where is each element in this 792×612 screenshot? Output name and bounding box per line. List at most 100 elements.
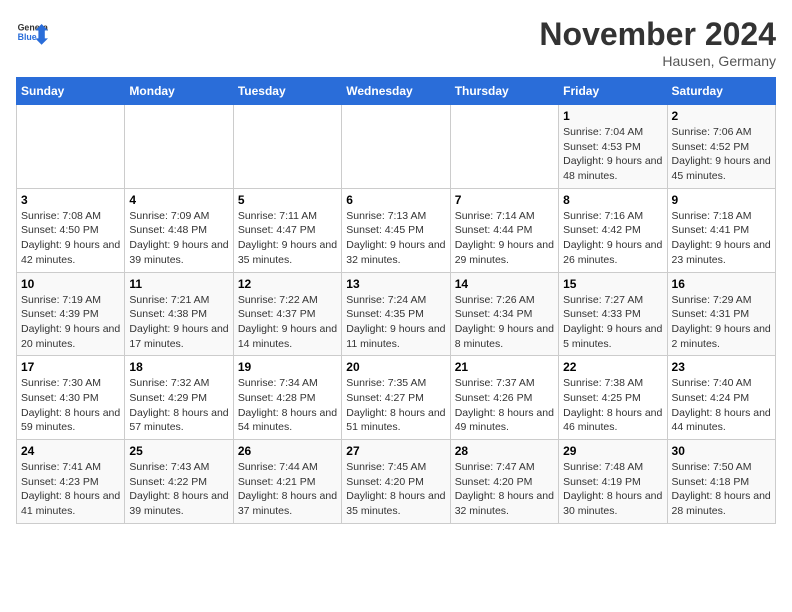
calendar-header-row: SundayMondayTuesdayWednesdayThursdayFrid… xyxy=(17,78,776,105)
day-number: 12 xyxy=(238,277,337,291)
weekday-header: Wednesday xyxy=(342,78,450,105)
day-info: Sunrise: 7:09 AM Sunset: 4:48 PM Dayligh… xyxy=(129,209,228,268)
calendar-cell: 11 Sunrise: 7:21 AM Sunset: 4:38 PM Dayli… xyxy=(125,272,233,356)
calendar-cell: 1 Sunrise: 7:04 AM Sunset: 4:53 PM Daylig… xyxy=(559,105,667,189)
day-info: Sunrise: 7:29 AM Sunset: 4:31 PM Dayligh… xyxy=(672,293,771,352)
weekday-header: Saturday xyxy=(667,78,775,105)
calendar-cell: 21Sunrise: 7:37 AM Sunset: 4:26 PM Dayli… xyxy=(450,356,558,440)
day-number: 22 xyxy=(563,360,662,374)
calendar-cell: 7 Sunrise: 7:14 AM Sunset: 4:44 PM Daylig… xyxy=(450,188,558,272)
weekday-header: Tuesday xyxy=(233,78,341,105)
calendar-week-row: 10 Sunrise: 7:19 AM Sunset: 4:39 PM Dayli… xyxy=(17,272,776,356)
calendar-cell: 6 Sunrise: 7:13 AM Sunset: 4:45 PM Daylig… xyxy=(342,188,450,272)
day-number: 8 xyxy=(563,193,662,207)
calendar-cell: 8 Sunrise: 7:16 AM Sunset: 4:42 PM Daylig… xyxy=(559,188,667,272)
calendar-cell: 30 Sunrise: 7:50 AM Sunset: 4:18 PM Dayli… xyxy=(667,440,775,524)
calendar-week-row: 1 Sunrise: 7:04 AM Sunset: 4:53 PM Daylig… xyxy=(17,105,776,189)
day-info: Sunrise: 7:41 AM Sunset: 4:23 PM Dayligh… xyxy=(21,460,120,519)
day-number: 10 xyxy=(21,277,120,291)
day-number: 29 xyxy=(563,444,662,458)
day-number: 11 xyxy=(129,277,228,291)
day-info: Sunrise: 7:44 AM Sunset: 4:21 PM Dayligh… xyxy=(238,460,337,519)
day-number: 30 xyxy=(672,444,771,458)
calendar-cell: 12 Sunrise: 7:22 AM Sunset: 4:37 PM Dayli… xyxy=(233,272,341,356)
calendar-cell: 29 Sunrise: 7:48 AM Sunset: 4:19 PM Dayli… xyxy=(559,440,667,524)
day-info: Sunrise: 7:32 AM Sunset: 4:29 PM Dayligh… xyxy=(129,376,228,435)
day-number: 27 xyxy=(346,444,445,458)
day-info: Sunrise: 7:14 AM Sunset: 4:44 PM Dayligh… xyxy=(455,209,554,268)
day-info: Sunrise: 7:24 AM Sunset: 4:35 PM Dayligh… xyxy=(346,293,445,352)
location: Hausen, Germany xyxy=(539,53,776,69)
day-number: 1 xyxy=(563,109,662,123)
day-number: 21 xyxy=(455,360,554,374)
day-info: Sunrise: 7:21 AM Sunset: 4:38 PM Dayligh… xyxy=(129,293,228,352)
day-info: Sunrise: 7:04 AM Sunset: 4:53 PM Dayligh… xyxy=(563,125,662,184)
day-number: 13 xyxy=(346,277,445,291)
day-info: Sunrise: 7:27 AM Sunset: 4:33 PM Dayligh… xyxy=(563,293,662,352)
title-block: November 2024 Hausen, Germany xyxy=(539,16,776,69)
day-info: Sunrise: 7:48 AM Sunset: 4:19 PM Dayligh… xyxy=(563,460,662,519)
calendar-cell: 17 Sunrise: 7:30 AM Sunset: 4:30 PM Dayli… xyxy=(17,356,125,440)
day-number: 6 xyxy=(346,193,445,207)
calendar-cell: 18 Sunrise: 7:32 AM Sunset: 4:29 PM Dayli… xyxy=(125,356,233,440)
calendar-cell: 14Sunrise: 7:26 AM Sunset: 4:34 PM Dayli… xyxy=(450,272,558,356)
day-info: Sunrise: 7:30 AM Sunset: 4:30 PM Dayligh… xyxy=(21,376,120,435)
calendar-table: SundayMondayTuesdayWednesdayThursdayFrid… xyxy=(16,77,776,524)
calendar-cell: 25 Sunrise: 7:43 AM Sunset: 4:22 PM Dayli… xyxy=(125,440,233,524)
logo-icon: General Blue xyxy=(16,16,48,48)
day-number: 7 xyxy=(455,193,554,207)
day-info: Sunrise: 7:40 AM Sunset: 4:24 PM Dayligh… xyxy=(672,376,771,435)
calendar-cell: 24Sunrise: 7:41 AM Sunset: 4:23 PM Dayli… xyxy=(17,440,125,524)
calendar-cell: 3 Sunrise: 7:08 AM Sunset: 4:50 PM Daylig… xyxy=(17,188,125,272)
calendar-cell xyxy=(450,105,558,189)
day-number: 2 xyxy=(672,109,771,123)
calendar-cell: 15 Sunrise: 7:27 AM Sunset: 4:33 PM Dayli… xyxy=(559,272,667,356)
day-number: 3 xyxy=(21,193,120,207)
calendar-cell xyxy=(342,105,450,189)
day-number: 14 xyxy=(455,277,554,291)
logo: General Blue xyxy=(16,16,48,48)
calendar-cell: 9Sunrise: 7:18 AM Sunset: 4:41 PM Daylig… xyxy=(667,188,775,272)
calendar-cell: 20 Sunrise: 7:35 AM Sunset: 4:27 PM Dayli… xyxy=(342,356,450,440)
day-info: Sunrise: 7:19 AM Sunset: 4:39 PM Dayligh… xyxy=(21,293,120,352)
day-info: Sunrise: 7:43 AM Sunset: 4:22 PM Dayligh… xyxy=(129,460,228,519)
weekday-header: Friday xyxy=(559,78,667,105)
day-info: Sunrise: 7:45 AM Sunset: 4:20 PM Dayligh… xyxy=(346,460,445,519)
calendar-cell: 27 Sunrise: 7:45 AM Sunset: 4:20 PM Dayli… xyxy=(342,440,450,524)
calendar-cell: 2Sunrise: 7:06 AM Sunset: 4:52 PM Daylig… xyxy=(667,105,775,189)
calendar-cell: 4Sunrise: 7:09 AM Sunset: 4:48 PM Daylig… xyxy=(125,188,233,272)
day-info: Sunrise: 7:13 AM Sunset: 4:45 PM Dayligh… xyxy=(346,209,445,268)
day-info: Sunrise: 7:34 AM Sunset: 4:28 PM Dayligh… xyxy=(238,376,337,435)
day-info: Sunrise: 7:08 AM Sunset: 4:50 PM Dayligh… xyxy=(21,209,120,268)
day-number: 23 xyxy=(672,360,771,374)
calendar-cell: 22Sunrise: 7:38 AM Sunset: 4:25 PM Dayli… xyxy=(559,356,667,440)
calendar-cell: 5Sunrise: 7:11 AM Sunset: 4:47 PM Daylig… xyxy=(233,188,341,272)
page-header: General Blue November 2024 Hausen, Germa… xyxy=(16,16,776,69)
day-info: Sunrise: 7:16 AM Sunset: 4:42 PM Dayligh… xyxy=(563,209,662,268)
weekday-header: Monday xyxy=(125,78,233,105)
calendar-cell: 23 Sunrise: 7:40 AM Sunset: 4:24 PM Dayli… xyxy=(667,356,775,440)
day-number: 17 xyxy=(21,360,120,374)
day-number: 18 xyxy=(129,360,228,374)
day-info: Sunrise: 7:22 AM Sunset: 4:37 PM Dayligh… xyxy=(238,293,337,352)
day-info: Sunrise: 7:50 AM Sunset: 4:18 PM Dayligh… xyxy=(672,460,771,519)
calendar-cell xyxy=(125,105,233,189)
calendar-week-row: 3 Sunrise: 7:08 AM Sunset: 4:50 PM Daylig… xyxy=(17,188,776,272)
day-info: Sunrise: 7:11 AM Sunset: 4:47 PM Dayligh… xyxy=(238,209,337,268)
calendar-week-row: 17 Sunrise: 7:30 AM Sunset: 4:30 PM Dayli… xyxy=(17,356,776,440)
day-number: 15 xyxy=(563,277,662,291)
day-info: Sunrise: 7:35 AM Sunset: 4:27 PM Dayligh… xyxy=(346,376,445,435)
calendar-cell: 16 Sunrise: 7:29 AM Sunset: 4:31 PM Dayli… xyxy=(667,272,775,356)
day-number: 20 xyxy=(346,360,445,374)
day-number: 19 xyxy=(238,360,337,374)
day-number: 25 xyxy=(129,444,228,458)
calendar-week-row: 24Sunrise: 7:41 AM Sunset: 4:23 PM Dayli… xyxy=(17,440,776,524)
calendar-cell xyxy=(17,105,125,189)
calendar-cell xyxy=(233,105,341,189)
calendar-cell: 19 Sunrise: 7:34 AM Sunset: 4:28 PM Dayli… xyxy=(233,356,341,440)
svg-text:Blue: Blue xyxy=(18,32,37,42)
day-number: 26 xyxy=(238,444,337,458)
day-number: 16 xyxy=(672,277,771,291)
calendar-cell: 10 Sunrise: 7:19 AM Sunset: 4:39 PM Dayli… xyxy=(17,272,125,356)
day-number: 28 xyxy=(455,444,554,458)
